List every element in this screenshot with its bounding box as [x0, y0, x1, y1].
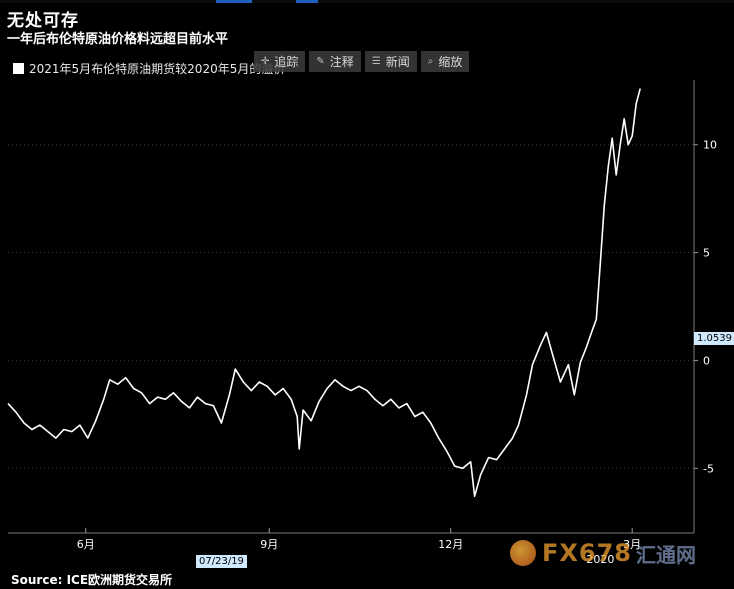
chart-frame: [8, 80, 695, 534]
chart-toolbar: ✛ 追踪 ✎ 注释 ☰ 新闻 ⌕ 缩放: [254, 50, 473, 72]
legend-swatch: [13, 62, 24, 74]
watermark-brand: FX678: [542, 539, 632, 567]
news-button[interactable]: ☰ 新闻: [364, 50, 417, 72]
watermark-logo-icon: [510, 540, 536, 566]
source-note: Source: ICE欧洲期货交易所: [11, 573, 173, 587]
x-tick-label: 9月: [260, 538, 278, 551]
track-button[interactable]: ✛ 追踪: [254, 50, 306, 72]
last-value-label: 1.0539: [694, 332, 734, 345]
annotate-button[interactable]: ✎ 注释: [309, 50, 361, 72]
y-axis: -5 0 5 10: [694, 139, 717, 475]
cursor-date-label: 07/23/19: [196, 555, 247, 568]
x-tick-label: 6月: [77, 538, 95, 551]
series-group: [7, 88, 641, 498]
magnifier-icon: ⌕: [427, 55, 434, 67]
series-line: [7, 88, 641, 498]
watermark: FX678 汇通网: [510, 538, 696, 568]
track-label: 追踪: [274, 54, 299, 69]
gridlines: [8, 144, 694, 469]
y-tick-label: 5: [703, 247, 710, 260]
y-tick-label: -5: [703, 462, 714, 475]
annotate-label: 注释: [329, 54, 354, 69]
y-tick-label: 0: [703, 354, 710, 367]
news-label: 新闻: [385, 54, 410, 69]
zoom-button[interactable]: ⌕ 缩放: [420, 50, 470, 72]
crosshair-icon: ✛: [261, 55, 270, 67]
legend-label: 2021年5月布伦特原油期货较2020年5月的溢价: [29, 61, 286, 76]
watermark-cn: 汇通网: [636, 542, 696, 567]
news-icon: ☰: [371, 55, 381, 67]
legend[interactable]: 2021年5月布伦特原油期货较2020年5月的溢价: [13, 58, 285, 78]
pencil-icon: ✎: [316, 55, 325, 67]
x-tick-label: 12月: [438, 538, 463, 551]
zoom-label: 缩放: [438, 54, 463, 69]
chart[interactable]: 6月9月12月3月20192020 -50510: [0, 0, 734, 589]
y-tick-label: 10: [703, 139, 717, 152]
chart-subtitle: 一年后布伦特原油价格料远超目前水平: [7, 32, 229, 47]
